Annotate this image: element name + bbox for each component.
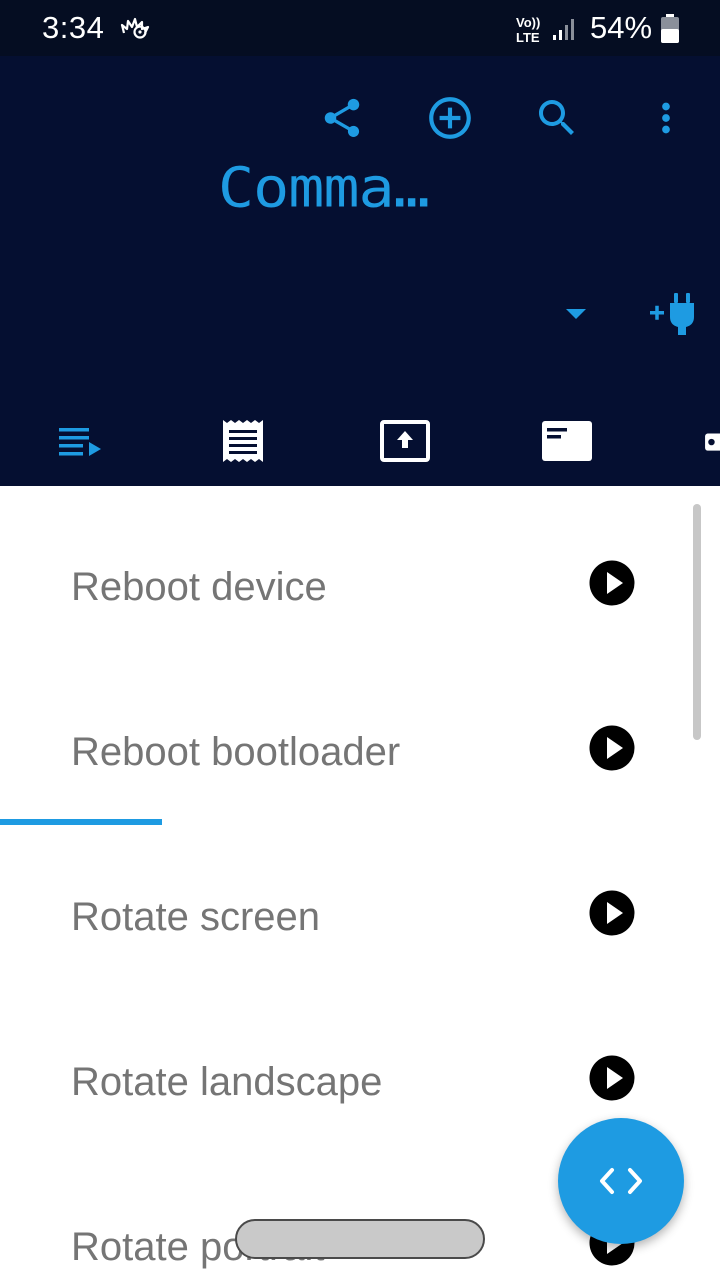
code-icon — [600, 1168, 642, 1194]
list-scrollbar[interactable] — [693, 504, 701, 740]
search-icon — [539, 100, 574, 135]
device-dropdown-button[interactable] — [552, 296, 600, 332]
command-item-rotate-screen[interactable]: Rotate screen — [0, 835, 690, 1000]
command-item-reboot-device[interactable]: Reboot device — [0, 505, 690, 670]
more-vert-icon — [662, 102, 670, 134]
search-button[interactable] — [525, 86, 589, 150]
more-options-button[interactable] — [634, 86, 698, 150]
tab-commands[interactable] — [0, 396, 162, 486]
app-toolbar: Comma… — [0, 56, 720, 825]
tab-cards[interactable] — [486, 396, 648, 486]
status-bar: 3:34 Vo)) LTE 54% — [0, 0, 720, 56]
tab-bar — [0, 396, 720, 825]
hedgehog-icon — [120, 17, 152, 46]
share-icon — [324, 98, 360, 138]
status-time: 3:34 — [42, 10, 105, 45]
upload-screen-icon — [380, 420, 430, 462]
code-fab-button[interactable] — [558, 1118, 684, 1244]
volte-lte-indicator: Vo)) LTE — [514, 14, 544, 49]
command-label: Reboot device — [71, 565, 327, 609]
command-item-reboot-bootloader[interactable]: Reboot bootloader — [0, 670, 690, 835]
add-plug-icon — [650, 293, 694, 335]
signal-icon — [552, 16, 578, 47]
command-label: Rotate screen — [71, 895, 321, 939]
volte-label: Vo)) — [516, 15, 540, 30]
receipt-icon — [223, 420, 263, 462]
play-circle-icon[interactable] — [588, 1054, 636, 1102]
add-connection-button[interactable] — [644, 286, 704, 342]
arrow-drop-down-icon — [566, 309, 586, 319]
battery-icon — [660, 14, 680, 49]
camera-icon — [705, 433, 720, 451]
share-button[interactable] — [310, 86, 374, 150]
app-title: Comma… — [218, 156, 430, 221]
command-label: Reboot bootloader — [71, 730, 401, 774]
play-circle-icon[interactable] — [588, 724, 636, 772]
play-circle-icon[interactable] — [588, 559, 636, 607]
tab-screen[interactable] — [324, 396, 486, 486]
tab-log[interactable] — [162, 396, 324, 486]
play-circle-icon[interactable] — [588, 889, 636, 937]
gesture-nav-handle[interactable] — [235, 1219, 485, 1259]
playlist-play-icon — [59, 428, 101, 456]
battery-percent: 54% — [590, 10, 653, 45]
command-label: Rotate landscape — [71, 1060, 383, 1104]
add-circle-icon — [429, 97, 471, 139]
add-button[interactable] — [418, 86, 482, 150]
card-icon — [542, 421, 592, 461]
tab-camera[interactable] — [648, 396, 720, 486]
lte-label: LTE — [516, 30, 540, 44]
